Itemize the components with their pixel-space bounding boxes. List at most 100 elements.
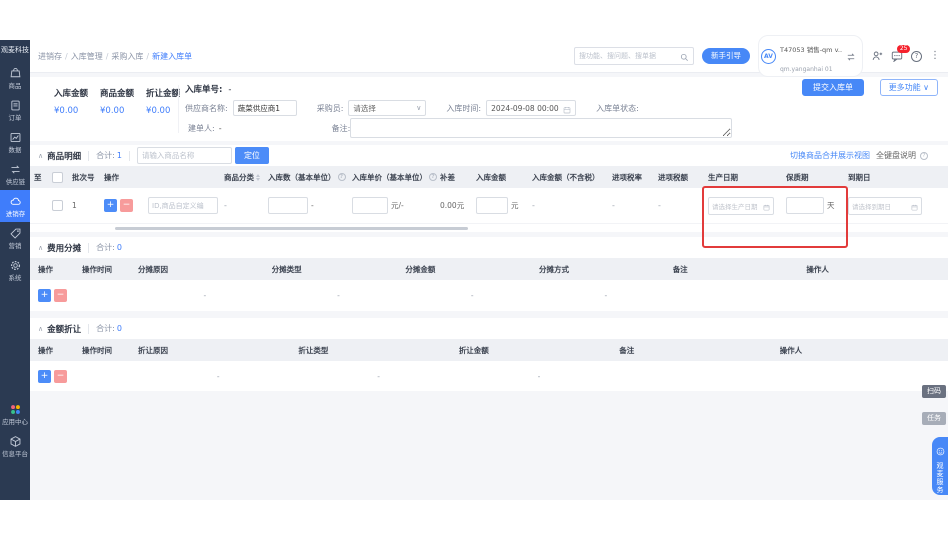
submit-inbound-button[interactable]: 提交入库单 (802, 79, 864, 96)
sidebar-item-inventory[interactable]: 进销存 (0, 190, 30, 222)
product-section-header: ∧ 商品明细 合计: 1 定位 切换商品合并展示视图 全键盘说明 ? (30, 145, 948, 166)
breadcrumb-item[interactable]: 进销存 (38, 52, 62, 61)
row-select-cell (50, 200, 70, 211)
due-date-cell: 请选择到期日 (846, 196, 932, 215)
sidebar-item-goods[interactable]: 商品 (0, 62, 30, 94)
product-name-input[interactable] (148, 197, 218, 214)
column-price-label: 入库单价（基本单位） (352, 172, 427, 182)
breadcrumb-separator: / (105, 51, 109, 61)
sidebar-item-label: 商品 (8, 82, 22, 90)
messages-icon[interactable]: 25 (891, 45, 910, 62)
user-account-chip[interactable]: AV T47053 销售-qm v... qm.yanganhai 01 (758, 35, 863, 77)
discount-table: 操作 操作时间 折让原因 折让类型 折让金额 备注 操作人 + − - - - (30, 339, 948, 391)
sidebar-item-info-platform[interactable]: 信息平台 (0, 430, 30, 462)
switch-account-icon[interactable] (846, 47, 856, 66)
sidebar-item-label: 应用中心 (2, 418, 28, 426)
sidebar-item-orders[interactable]: 订单 (0, 94, 30, 126)
sidebar-item-system[interactable]: 系统 (0, 254, 30, 286)
more-actions-label: 更多功能 (888, 83, 921, 92)
switch-view-link[interactable]: 切换商品合并展示视图 (790, 150, 870, 161)
column-tax-amount: 进项税额 (658, 172, 688, 182)
stat-goods-amount: 商品金额 ¥0.00 (100, 87, 134, 116)
keyboard-help[interactable]: 全键盘说明 ? (876, 150, 928, 161)
calendar-icon (563, 99, 571, 118)
product-table-header: 至 批次号 操作 商品分类 入库数（基本单位） ? 入库单价（基本单位） ? 补… (30, 166, 948, 188)
divider (88, 150, 90, 161)
inbound-time-picker[interactable]: 2024-09-08 00:00 (486, 99, 577, 118)
stat-value: ¥0.00 (146, 106, 171, 116)
delete-row-button[interactable]: − (54, 288, 67, 302)
shelf-life-unit: 天 (827, 201, 835, 210)
row-checkbox[interactable] (52, 200, 63, 211)
sidebar-item-app-center[interactable]: 应用中心 (0, 398, 30, 430)
buyer-select[interactable]: 请选择 ∨ (348, 100, 427, 116)
stat-value: ¥0.00 (54, 106, 79, 116)
breadcrumb-item[interactable]: 入库管理 (71, 52, 103, 61)
add-row-button[interactable]: + (38, 288, 51, 302)
sidebar-item-label: 信息平台 (2, 450, 28, 458)
column-operator: 操作人 (779, 345, 803, 355)
locate-button[interactable]: 定位 (234, 147, 269, 164)
shelf-life-input[interactable] (786, 197, 824, 214)
column-allocation-reason: 分摊原因 (138, 264, 168, 274)
price-cell: 元/- (350, 197, 438, 214)
total-label: 合计: (96, 151, 115, 160)
cube-icon (9, 435, 22, 448)
supplier-input[interactable] (232, 100, 297, 116)
scan-code-button[interactable]: 扫码 (922, 385, 946, 398)
sidebar-item-data[interactable]: 数据 (0, 126, 30, 158)
amount-unit: 元 (511, 201, 519, 210)
production-date-picker[interactable]: 请选择生产日期 (708, 196, 774, 215)
collapse-icon[interactable]: ∧ (38, 244, 43, 252)
info-icon[interactable]: ? (337, 173, 346, 181)
column-due-date: 到期日 (848, 172, 871, 182)
info-icon[interactable]: ? (429, 173, 437, 181)
stat-label: 商品金额 (100, 89, 135, 99)
column-remark: 备注 (672, 264, 688, 274)
sort-icon[interactable] (256, 173, 260, 181)
product-search-input[interactable] (136, 147, 232, 164)
smiley-icon (936, 441, 945, 460)
keyboard-help-label: 全键盘说明 (876, 151, 916, 160)
discount-reason-cell: - (216, 371, 220, 381)
add-row-button[interactable]: + (38, 369, 51, 383)
user-account: qm.yanganhai 01 (780, 66, 833, 73)
cloud-icon (9, 195, 22, 208)
amount-input[interactable] (476, 197, 508, 214)
global-search-input[interactable] (579, 52, 680, 60)
price-input[interactable] (352, 197, 388, 214)
total-label: 合计: (96, 324, 115, 333)
horizontal-scrollbar[interactable] (115, 227, 468, 230)
more-actions-button[interactable]: 更多功能 ∨ (879, 79, 938, 96)
summary-stats: 入库金额 ¥0.00 商品金额 ¥0.00 折让金额 ¥0.00 (54, 87, 180, 116)
collapse-icon[interactable]: ∧ (38, 152, 43, 160)
newbie-guide-button[interactable]: 新手引导 (702, 48, 750, 64)
search-icon[interactable] (680, 47, 689, 66)
invite-user-icon[interactable] (871, 50, 883, 62)
allocation-method-cell: - (604, 290, 608, 300)
column-batch-no: 批次号 (72, 172, 95, 182)
sidebar-item-marketing[interactable]: 营销 (0, 222, 30, 254)
service-tab[interactable]: 观麦服务 (932, 437, 948, 495)
remark-input[interactable] (350, 118, 732, 138)
due-date-picker[interactable]: 请选择到期日 (848, 196, 922, 215)
breadcrumb-item[interactable]: 采购入库 (111, 52, 143, 61)
column-amount: 入库金额 (476, 172, 506, 182)
task-button[interactable]: 任务 (922, 412, 946, 425)
supplier-label: 供应商名称: (185, 103, 228, 113)
sidebar-item-label: 数据 (8, 146, 22, 154)
sidebar-item-supply-chain[interactable]: 供应链 (0, 158, 30, 190)
delete-row-button[interactable]: − (54, 369, 67, 383)
more-menu-icon[interactable]: ⋮ (930, 51, 940, 61)
add-row-button[interactable]: + (104, 199, 117, 212)
creator-value: - (218, 124, 222, 133)
qty-input[interactable] (268, 197, 308, 214)
select-all-checkbox[interactable] (52, 171, 63, 183)
inbound-time-value: 2024-09-08 00:00 (491, 103, 559, 113)
total-value: 1 (116, 151, 122, 160)
delete-row-button[interactable]: − (120, 199, 133, 212)
column-operation: 操作 (38, 264, 53, 274)
section-title: 商品明细 (47, 151, 82, 162)
collapse-icon[interactable]: ∧ (38, 325, 43, 333)
help-icon[interactable]: ? (911, 50, 922, 62)
